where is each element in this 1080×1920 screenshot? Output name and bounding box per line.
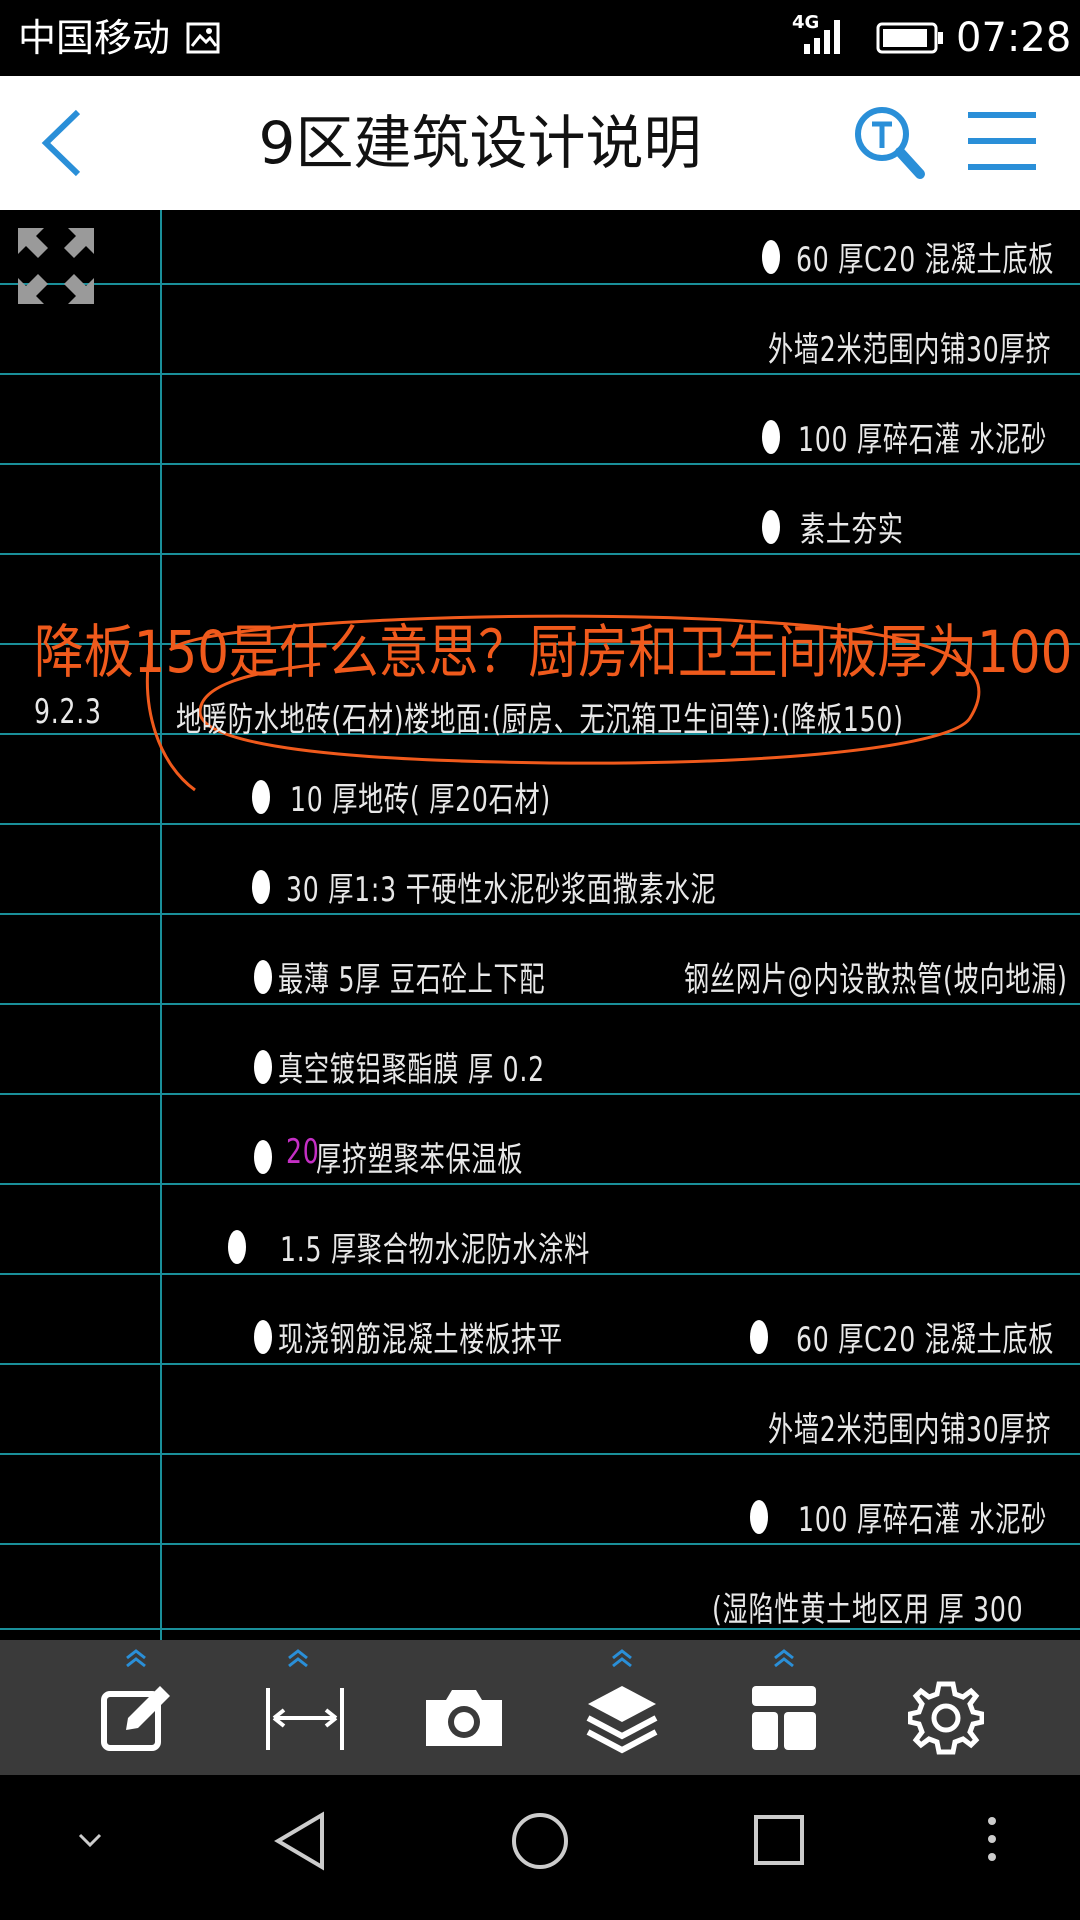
grid-line (0, 823, 1080, 825)
annotate-icon (98, 1680, 174, 1760)
drawing-text: 60 厚C20 混凝土底板 (796, 240, 1055, 280)
grid-line (0, 1183, 1080, 1185)
section-number: 9.2.3 (34, 692, 102, 732)
battery-icon (876, 22, 944, 58)
grid-line (0, 1003, 1080, 1005)
expand-up-icon (610, 1648, 634, 1672)
bullet-dot (254, 1140, 272, 1174)
measure-button[interactable] (238, 1640, 358, 1775)
home-nav-icon[interactable] (510, 1811, 570, 1875)
more-icon[interactable] (984, 1815, 1000, 1867)
layout-button[interactable] (724, 1640, 844, 1775)
layers-button[interactable] (562, 1640, 682, 1775)
bullet-dot (228, 1230, 246, 1264)
settings-button[interactable] (886, 1640, 1006, 1775)
grid-line (0, 373, 1080, 375)
settings-icon (907, 1680, 985, 1760)
drawing-text: 10 厚地砖( 厚20石材) (290, 780, 551, 820)
bottom-toolbar (0, 1640, 1080, 1775)
image-notification-icon (186, 22, 220, 58)
carrier-name: 中国移动 (18, 16, 171, 60)
grid-line (0, 1273, 1080, 1275)
drawing-text: 素土夯实 (800, 510, 904, 550)
drawing-number: 20 (286, 1132, 320, 1172)
expand-up-icon (124, 1648, 148, 1672)
bullet-dot (750, 1320, 768, 1354)
drawing-text: 最薄 5厚 豆石砼上下配 (278, 960, 546, 1000)
drawing-text: 100 厚碎石灌 水泥砂 (798, 420, 1048, 460)
bullet-dot (762, 510, 780, 544)
drawing-text: 外墙2米范围内铺30厚挤 (768, 1410, 1052, 1450)
annotate-button[interactable] (76, 1640, 196, 1775)
camera-icon (422, 1680, 506, 1760)
drawing-text: 1.5 厚聚合物水泥防水涂料 (280, 1230, 590, 1270)
drawing-text: 外墙2米范围内铺30厚挤 (768, 330, 1052, 370)
grid-line (0, 1453, 1080, 1455)
page-title: 9区建筑设计说明 (258, 109, 702, 177)
drawing-text: (湿陷性黄土地区用 厚 300 (712, 1590, 1024, 1630)
grid-vertical-line (160, 210, 162, 1640)
grid-line (0, 283, 1080, 285)
clock: 07:28 (956, 15, 1072, 61)
drawing-text: 现浇钢筋混凝土楼板抹平 (278, 1320, 563, 1360)
expand-up-icon (286, 1648, 310, 1672)
layers-icon (584, 1680, 660, 1760)
section-title: 地暖防水地砖(石材)楼地面:(厨房、无沉箱卫生间等):(降板150) (176, 700, 904, 740)
grid-line (0, 1093, 1080, 1095)
camera-button[interactable] (400, 1640, 520, 1775)
bullet-dot (254, 1050, 272, 1084)
drawing-text: 真空镀铝聚酯膜 厚 0.2 (278, 1050, 545, 1090)
bullet-dot (252, 780, 270, 814)
grid-line (0, 463, 1080, 465)
drawing-text: 100 厚碎石灌 水泥砂 (798, 1500, 1048, 1540)
bullet-dot (762, 420, 780, 454)
drawing-viewport[interactable]: 60 厚C20 混凝土底板 外墙2米范围内铺30厚挤 100 厚碎石灌 水泥砂 … (0, 210, 1080, 1640)
grid-line (0, 1543, 1080, 1545)
signal-icon (802, 18, 846, 60)
drawing-text: 60 厚C20 混凝土底板 (796, 1320, 1055, 1360)
expand-up-icon (772, 1648, 796, 1672)
measure-icon (260, 1680, 350, 1760)
back-nav-icon[interactable] (272, 1811, 328, 1875)
bullet-dot (750, 1500, 768, 1534)
fullscreen-icon[interactable] (16, 226, 96, 310)
drawing-text: 30 厚1:3 干硬性水泥砂浆面撒素水泥 (286, 870, 717, 910)
drawing-text: 厚挤塑聚苯保温板 (316, 1140, 524, 1180)
bullet-dot (762, 240, 780, 274)
recents-nav-icon[interactable] (752, 1813, 806, 1871)
layout-icon (746, 1680, 822, 1760)
status-bar: 中国移动 4G 07:28 (0, 0, 1080, 76)
hide-nav-icon[interactable] (76, 1831, 104, 1855)
grid-line (0, 1363, 1080, 1365)
grid-line (0, 553, 1080, 555)
bullet-dot (254, 960, 272, 994)
text-search-icon[interactable] (852, 104, 926, 184)
system-nav-bar (0, 1775, 1080, 1920)
bullet-dot (252, 870, 270, 904)
menu-icon[interactable] (964, 108, 1040, 178)
app-header: 9区建筑设计说明 (0, 76, 1080, 210)
bullet-dot (254, 1320, 272, 1354)
drawing-text: 钢丝网片@内设散热管(坡向地漏) (684, 960, 1068, 1000)
grid-line (0, 913, 1080, 915)
